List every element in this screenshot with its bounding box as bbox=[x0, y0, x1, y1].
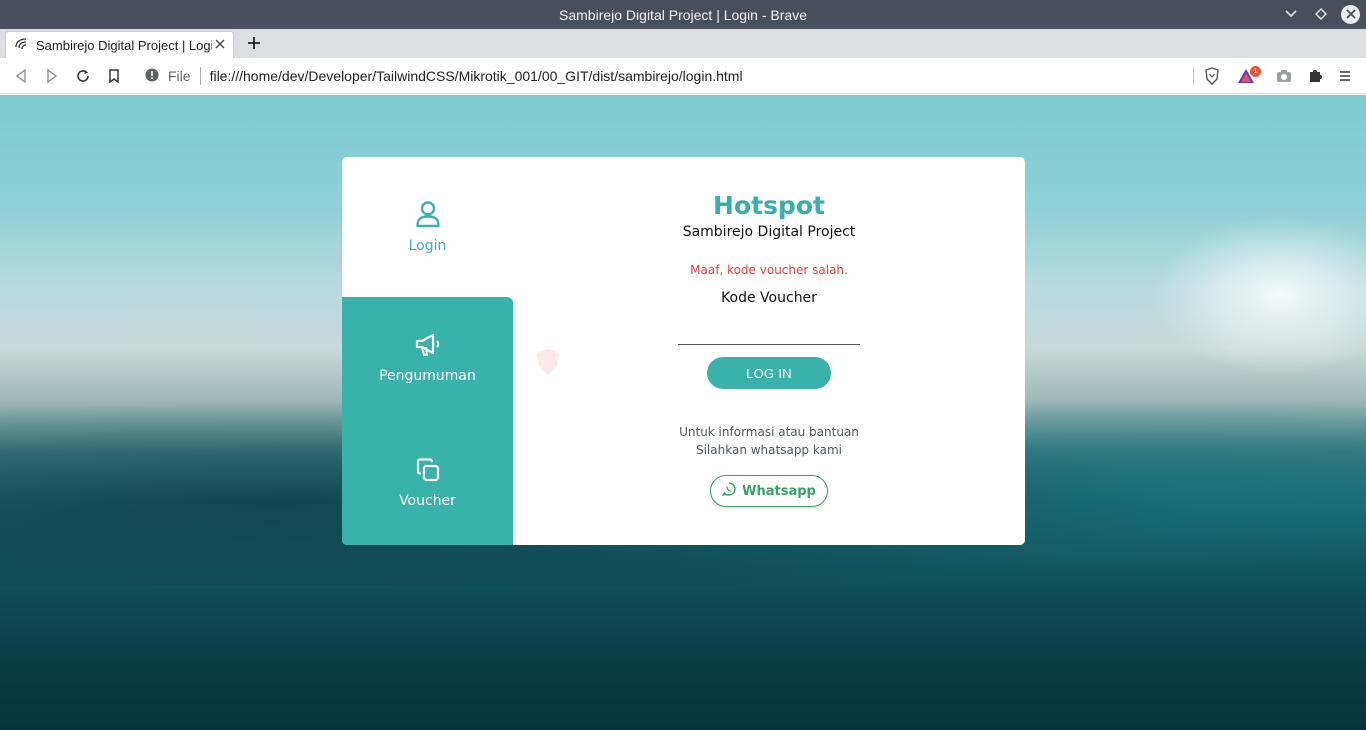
page-subtitle: Sambirejo Digital Project bbox=[682, 224, 856, 240]
extensions-icon[interactable] bbox=[1306, 67, 1324, 85]
back-icon[interactable] bbox=[12, 67, 30, 85]
scheme-label: File bbox=[168, 68, 191, 84]
sidebar-item-label: Login bbox=[408, 238, 447, 254]
login-button[interactable]: LOG IN bbox=[707, 357, 831, 389]
sidebar-item-login[interactable]: Login bbox=[342, 157, 513, 297]
reload-icon[interactable] bbox=[74, 67, 92, 85]
megaphone-icon bbox=[414, 332, 442, 368]
window-controls bbox=[1281, 4, 1360, 24]
close-window-icon[interactable] bbox=[1341, 4, 1360, 24]
browser-toolbar: File file:///home/dev/Developer/Tailwind… bbox=[0, 58, 1366, 94]
toolbar-separator bbox=[1193, 67, 1194, 85]
copy-icon bbox=[415, 457, 441, 493]
voucher-label: Kode Voucher bbox=[721, 290, 817, 306]
user-icon bbox=[415, 200, 441, 238]
sidebar-item-voucher[interactable]: Voucher bbox=[342, 457, 513, 509]
login-form: Hotspot Sambirejo Digital Project Maaf, … bbox=[513, 157, 1025, 545]
whatsapp-label: Whatsapp bbox=[742, 483, 816, 499]
sidebar-item-label: Voucher bbox=[399, 493, 456, 509]
sidebar-item-label: Pengumuman bbox=[379, 368, 476, 384]
sidebar-teal-panel: Pengumuman Voucher bbox=[342, 297, 513, 545]
page-title: Hotspot bbox=[713, 191, 825, 220]
brave-shield-icon[interactable] bbox=[1203, 67, 1221, 85]
voucher-input[interactable] bbox=[678, 321, 860, 345]
camera-icon[interactable] bbox=[1275, 67, 1293, 85]
tab-title: Sambirejo Digital Project | Login bbox=[36, 37, 212, 53]
url-text[interactable]: file:///home/dev/Developer/TailwindCSS/M… bbox=[210, 68, 743, 84]
rewards-badge: 1 bbox=[1250, 66, 1261, 77]
help-text-line1: Untuk informasi atau bantuan bbox=[679, 425, 859, 439]
whatsapp-button[interactable]: Whatsapp bbox=[710, 475, 828, 507]
shield-icon bbox=[535, 348, 561, 380]
page-background: Login Pengumuman Voucher Hotspot Sambire… bbox=[0, 95, 1366, 730]
minimize-icon[interactable] bbox=[1281, 4, 1301, 24]
forward-icon[interactable] bbox=[43, 67, 61, 85]
bookmark-icon[interactable] bbox=[105, 67, 123, 85]
whatsapp-icon bbox=[721, 482, 736, 500]
maximize-icon[interactable] bbox=[1311, 4, 1331, 24]
window-titlebar: Sambirejo Digital Project | Login - Brav… bbox=[0, 0, 1366, 29]
browser-tab[interactable]: Sambirejo Digital Project | Login bbox=[5, 31, 234, 58]
url-separator bbox=[199, 67, 201, 85]
help-text-line2: Silahkan whatsapp kami bbox=[695, 443, 842, 457]
sidebar-item-pengumuman[interactable]: Pengumuman bbox=[342, 332, 513, 384]
window-title: Sambirejo Digital Project | Login - Brav… bbox=[559, 6, 807, 23]
info-icon[interactable] bbox=[145, 68, 159, 85]
menu-icon[interactable] bbox=[1336, 67, 1354, 85]
sidebar-nav: Login Pengumuman Voucher bbox=[342, 157, 513, 545]
new-tab-icon[interactable] bbox=[244, 33, 264, 53]
tab-strip: Sambirejo Digital Project | Login bbox=[0, 29, 1366, 58]
address-bar[interactable]: File file:///home/dev/Developer/Tailwind… bbox=[145, 67, 743, 85]
error-message: Maaf, kode voucher salah. bbox=[690, 263, 848, 277]
login-card: Login Pengumuman Voucher Hotspot Sambire… bbox=[342, 157, 1025, 545]
favicon-icon bbox=[14, 37, 28, 54]
tab-close-icon[interactable] bbox=[213, 37, 227, 51]
